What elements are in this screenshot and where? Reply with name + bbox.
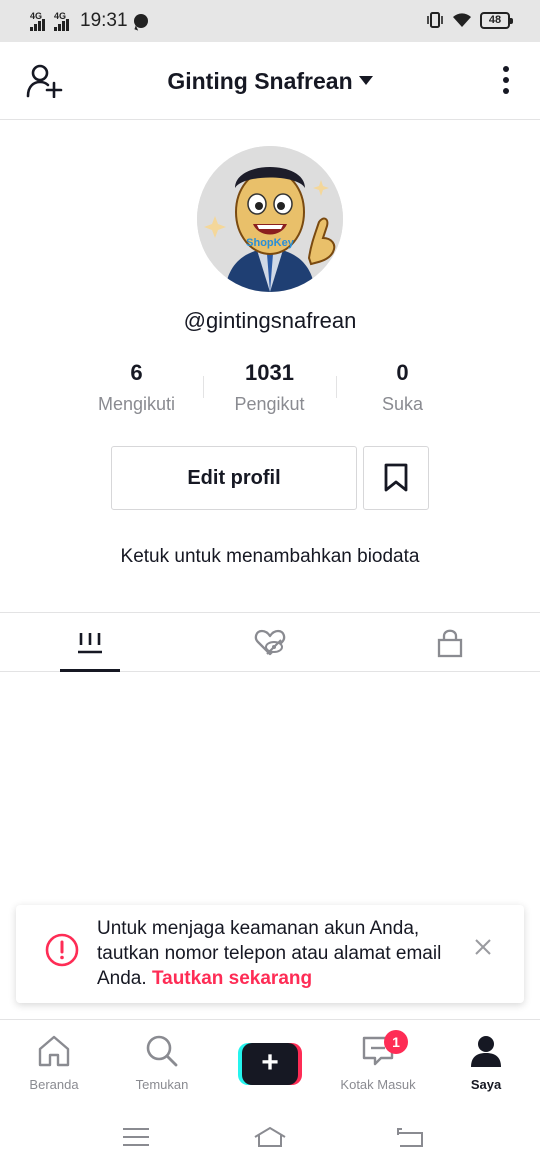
bookmark-icon: [384, 463, 408, 492]
nav-profile[interactable]: Saya: [432, 1020, 540, 1100]
profile-icon: [471, 1036, 501, 1067]
nav-profile-label: Saya: [470, 1077, 502, 1092]
create-button[interactable]: +: [238, 1043, 302, 1085]
battery-level: 48: [488, 13, 502, 26]
nav-inbox[interactable]: Kotak Masuk: [324, 1020, 432, 1100]
back-icon[interactable]: [396, 1125, 426, 1149]
inbox-badge: 1: [384, 1030, 408, 1054]
lock-icon: [437, 629, 463, 657]
nav-home-label: Beranda: [29, 1077, 79, 1092]
grid-videos-icon: [78, 632, 102, 653]
profile-tabs: [0, 612, 540, 672]
avatar-illustration: ShopKey: [197, 146, 343, 292]
menu-icon[interactable]: [121, 1125, 151, 1149]
tab-videos[interactable]: [0, 613, 180, 672]
tab-private[interactable]: [360, 613, 540, 672]
more-options-icon[interactable]: [502, 66, 510, 98]
vibrate-icon: [427, 12, 443, 28]
create-plus-icon: +: [242, 1043, 298, 1085]
warning-icon: [45, 933, 79, 967]
stat-likes-label: Suka: [381, 394, 424, 414]
profile-header: Ginting Snafrean: [0, 42, 540, 120]
nav-inbox-label: Kotak Masuk: [340, 1077, 416, 1092]
edit-profile-button[interactable]: Edit profil: [111, 446, 357, 510]
link-now-button[interactable]: Tautkan sekarang: [152, 968, 312, 989]
account-switcher[interactable]: Ginting Snafrean: [0, 68, 540, 95]
nav-discover[interactable]: Temukan: [108, 1020, 216, 1100]
banner-message: Untuk menjaga keamanan akun Anda, tautka…: [97, 916, 442, 991]
stat-divider: [203, 376, 204, 398]
stat-followers-value: 1031: [245, 360, 294, 385]
search-icon: [146, 1035, 178, 1067]
status-time: 19:31: [80, 10, 128, 31]
battery-icon: 48: [480, 11, 513, 29]
system-navigation: [0, 1099, 540, 1170]
link-account-banner: Untuk menjaga keamanan akun Anda, tautka…: [16, 905, 524, 1003]
username: @gintingsnafrean: [183, 308, 357, 333]
stat-following[interactable]: 6 Mengikuti: [70, 358, 203, 418]
nav-discover-label: Temukan: [135, 1077, 189, 1092]
avatar-logo-text: ShopKey: [246, 237, 295, 249]
liked-hidden-icon: [254, 629, 286, 655]
chat-notification-icon: [133, 14, 148, 28]
bottom-navigation: Beranda Temukan + Kotak Masuk 1 Saya: [0, 1019, 540, 1099]
favorites-button[interactable]: [363, 446, 429, 510]
stat-following-value: 6: [130, 360, 143, 385]
stat-likes-value: 0: [396, 360, 409, 385]
status-bar: 4G 4G 19:31 48: [0, 0, 540, 42]
stat-followers[interactable]: 1031 Pengikut: [203, 358, 336, 418]
close-icon[interactable]: [472, 936, 494, 958]
signal-1-icon: 4G: [30, 11, 50, 31]
home-system-icon[interactable]: [253, 1125, 287, 1149]
tab-liked[interactable]: [180, 613, 360, 672]
home-icon: [38, 1035, 70, 1067]
stat-followers-label: Pengikut: [234, 394, 305, 414]
page-title: Ginting Snafrean: [167, 68, 353, 94]
add-bio-prompt[interactable]: Ketuk untuk menambahkan biodata: [0, 546, 540, 568]
stat-following-label: Mengikuti: [97, 394, 176, 414]
signal-2-icon: 4G: [54, 11, 74, 31]
nav-home[interactable]: Beranda: [0, 1020, 108, 1100]
profile-stats: 6 Mengikuti 1031 Pengikut 0 Suka: [70, 358, 470, 418]
avatar[interactable]: ShopKey: [197, 146, 343, 292]
wifi-icon: [453, 13, 471, 27]
stat-divider: [336, 376, 337, 398]
stat-likes[interactable]: 0 Suka: [336, 358, 469, 418]
chevron-down-icon: [358, 76, 373, 85]
